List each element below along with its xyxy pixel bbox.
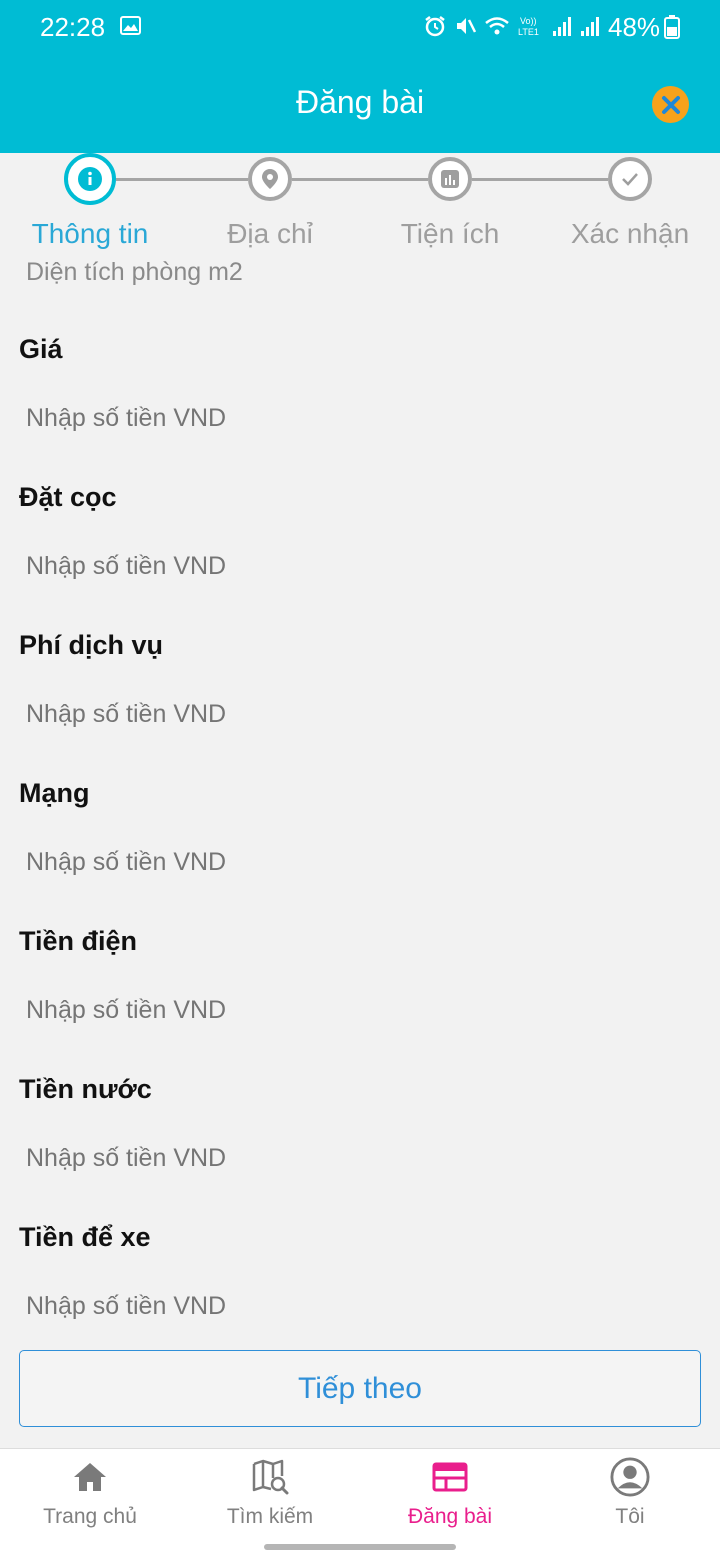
service-fee-input[interactable]	[26, 700, 696, 729]
alarm-icon	[425, 16, 445, 37]
close-icon	[661, 95, 680, 114]
lte-icon: Vo)) LTE1	[518, 16, 539, 37]
step-confirm[interactable]	[608, 157, 652, 201]
nav-home[interactable]: Trang chủ	[0, 1449, 180, 1537]
status-icons: Vo)) LTE1	[424, 12, 600, 40]
water-label: Tiền nước	[19, 1074, 152, 1104]
status-bar: 22:28 Vo)) LTE1 48%	[0, 0, 720, 54]
water-input[interactable]	[26, 1144, 696, 1173]
location-pin-icon	[262, 169, 278, 189]
electricity-label: Tiền điện	[19, 926, 138, 956]
price-label: Giá	[19, 334, 63, 364]
service-fee-label: Phí dịch vụ	[19, 630, 164, 660]
svg-text:LTE1: LTE1	[518, 27, 539, 37]
status-time: 22:28	[40, 12, 106, 42]
nav-search[interactable]: Tìm kiếm	[180, 1449, 360, 1537]
info-icon	[78, 167, 102, 191]
mute-icon	[457, 18, 476, 34]
step-label-utilities: Tiện ích	[400, 218, 500, 249]
step-info[interactable]	[64, 153, 116, 205]
utilities-icon	[441, 170, 459, 188]
signal-icon	[553, 17, 571, 36]
step-address[interactable]	[248, 157, 292, 201]
stepper-line	[292, 178, 428, 181]
stepper-line	[472, 178, 608, 181]
check-icon	[622, 173, 638, 186]
step-label-info: Thông tin	[31, 218, 149, 249]
app-header: 22:28 Vo)) LTE1 48% Đăng bài	[0, 0, 720, 153]
nav-profile-label: Tôi	[615, 1505, 645, 1528]
home-indicator[interactable]	[264, 1544, 456, 1550]
svg-text:Vo)): Vo))	[520, 16, 537, 26]
next-button[interactable]: Tiếp theo	[19, 1350, 701, 1427]
nav-search-label: Tìm kiếm	[226, 1505, 314, 1528]
step-label-confirm: Xác nhận	[570, 218, 690, 249]
gallery-icon	[120, 16, 141, 35]
nav-profile[interactable]: Tôi	[540, 1449, 720, 1537]
internet-input[interactable]	[26, 848, 696, 877]
home-icon	[70, 1457, 110, 1497]
profile-icon	[610, 1457, 650, 1497]
battery-icon	[664, 15, 680, 39]
nav-post-label: Đăng bài	[407, 1505, 493, 1528]
parking-label: Tiền để xe	[19, 1222, 151, 1252]
step-label-address: Địa chỉ	[227, 218, 313, 249]
price-input[interactable]	[26, 404, 696, 433]
map-search-icon	[250, 1457, 290, 1497]
wifi-icon	[485, 17, 509, 35]
internet-label: Mạng	[19, 778, 90, 808]
parking-input[interactable]	[26, 1292, 696, 1321]
electricity-input[interactable]	[26, 996, 696, 1025]
signal-icon-2	[581, 17, 599, 36]
post-icon	[430, 1457, 470, 1497]
deposit-label: Đặt cọc	[19, 482, 117, 512]
page-title: Đăng bài	[295, 84, 425, 120]
area-field-placeholder[interactable]: Diện tích phòng m2	[26, 258, 243, 287]
step-utilities[interactable]	[428, 157, 472, 201]
deposit-input[interactable]	[26, 552, 696, 581]
nav-home-label: Trang chủ	[43, 1505, 137, 1528]
close-button[interactable]	[652, 86, 689, 123]
nav-post[interactable]: Đăng bài	[360, 1449, 540, 1537]
battery-percentage: 48%	[608, 12, 661, 42]
stepper-line	[116, 178, 248, 181]
